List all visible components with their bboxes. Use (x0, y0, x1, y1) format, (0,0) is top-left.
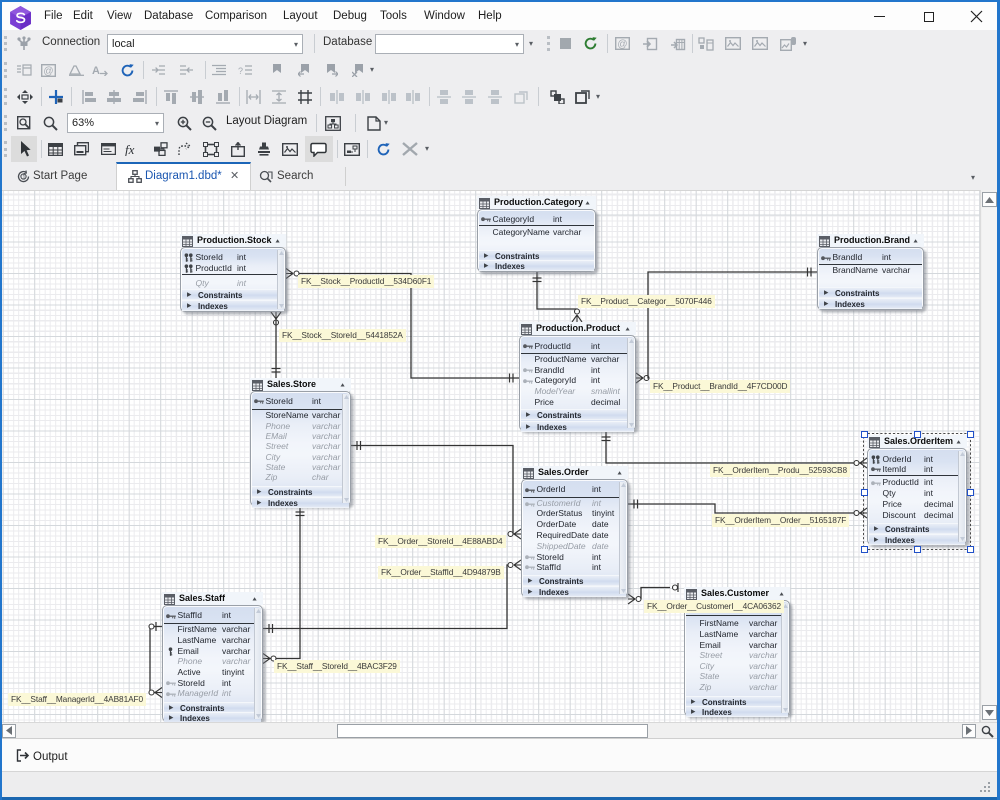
svg-text:?: ? (238, 66, 243, 76)
svg-text:fx: fx (125, 143, 135, 156)
svg-text:@: @ (617, 39, 627, 50)
svg-text:@: @ (43, 66, 53, 77)
svg-text:A: A (92, 65, 100, 76)
